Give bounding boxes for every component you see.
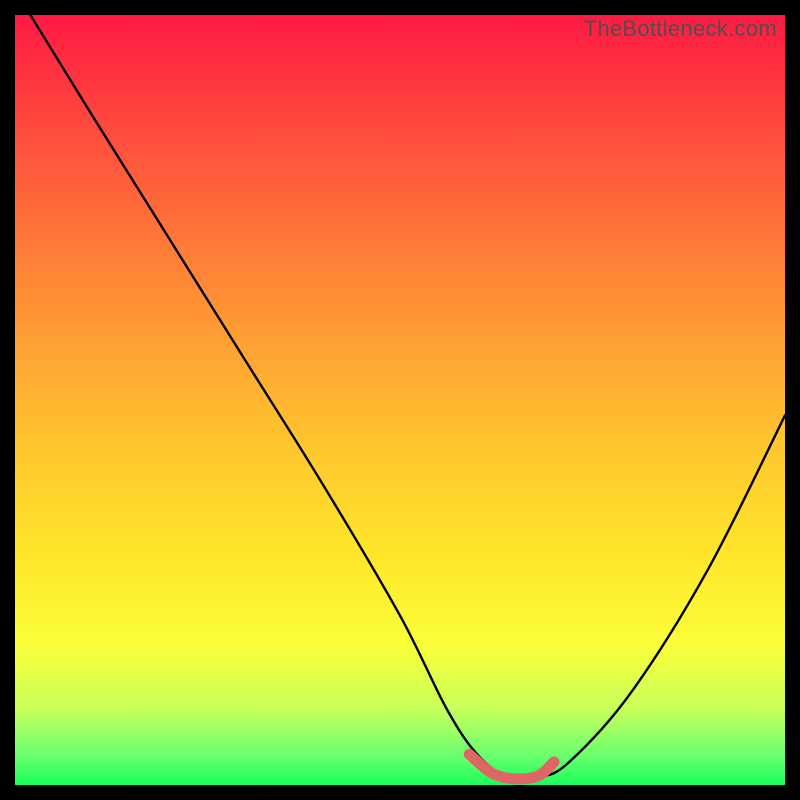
chart-frame: TheBottleneck.com xyxy=(0,0,800,800)
bottleneck-curve-path xyxy=(30,15,785,780)
chart-plot-area: TheBottleneck.com xyxy=(15,15,785,785)
chart-svg xyxy=(15,15,785,785)
